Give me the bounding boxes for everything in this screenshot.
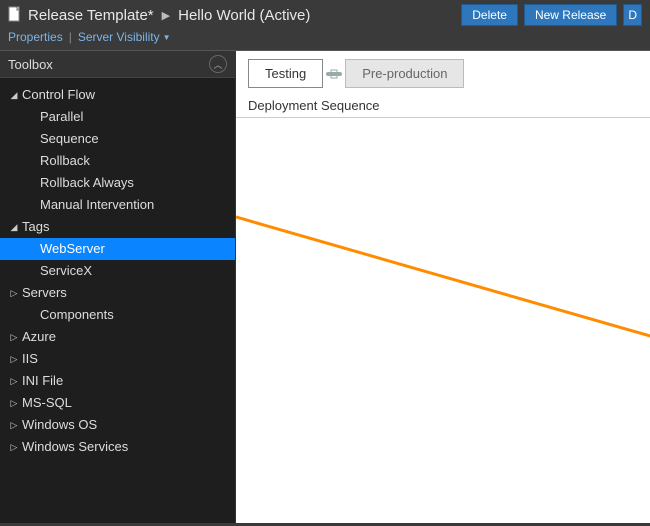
tab-pre-production[interactable]: Pre-production [345,59,464,88]
tree-section-label: Tags [22,218,49,236]
tree-item-rollback-always[interactable]: Rollback Always [0,172,235,194]
tree-section-label: MS-SQL [22,394,72,412]
tree-item-servicex[interactable]: ServiceX [0,260,235,282]
toolbox-collapse-button[interactable]: ︿ [209,55,227,73]
tree-section-label: Azure [22,328,56,346]
tree-section-windows-os[interactable]: ▷Windows OS [0,414,235,436]
tree-item-rollback[interactable]: Rollback [0,150,235,172]
tree-section-windows-services[interactable]: ▷Windows Services [0,436,235,458]
tree-section-servers[interactable]: ▷Servers [0,282,235,304]
tree-section-tags[interactable]: ◢Tags [0,216,235,238]
tree-section-ini-file[interactable]: ▷INI File [0,370,235,392]
extra-button[interactable]: D [623,4,642,26]
tree-section-label: IIS [22,350,38,368]
new-release-button[interactable]: New Release [524,4,617,26]
delete-button[interactable]: Delete [461,4,518,26]
chevron-up-icon: ︿ [213,58,222,71]
sequence-label: Deployment Sequence [236,96,650,118]
dropdown-icon: ▼ [163,33,171,42]
tree-section-label: INI File [22,372,63,390]
caret-down-icon: ◢ [8,86,20,104]
toolbox-tree: ◢Control FlowParallelSequenceRollbackRol… [0,78,235,464]
tree-section-iis[interactable]: ▷IIS [0,348,235,370]
drag-arrow-icon [236,137,650,397]
caret-right-icon: ▷ [8,438,20,456]
caret-right-icon: ▷ [8,328,20,346]
tab-link-icon [325,59,343,88]
tab-testing[interactable]: Testing [248,59,323,88]
page-title: Release Template* [28,7,154,24]
caret-right-icon: ▷ [8,394,20,412]
tree-section-label: Servers [22,284,67,302]
toolbox-panel: Toolbox ︿ ◢Control FlowParallelSequenceR… [0,51,236,523]
document-icon [8,6,22,25]
tree-section-label: Windows OS [22,416,97,434]
tree-section-ms-sql[interactable]: ▷MS-SQL [0,392,235,414]
tree-item-components[interactable]: Components [0,304,235,326]
design-canvas: Testing Pre-production Deployment Sequen… [236,51,650,523]
server-visibility-link[interactable]: Server Visibility [78,30,160,44]
tree-item-sequence[interactable]: Sequence [0,128,235,150]
tree-section-control-flow[interactable]: ◢Control Flow [0,84,235,106]
tree-item-webserver[interactable]: WebServer [0,238,235,260]
properties-link[interactable]: Properties [8,30,63,44]
caret-right-icon: ▷ [8,284,20,302]
separator: | [69,30,72,44]
tree-section-azure[interactable]: ▷Azure [0,326,235,348]
page-subtitle: Hello World (Active) [178,7,310,24]
toolbox-title: Toolbox [8,57,53,72]
tree-item-manual-intervention[interactable]: Manual Intervention [0,194,235,216]
tree-section-label: Windows Services [22,438,128,456]
tree-section-label: Control Flow [22,86,95,104]
caret-right-icon: ▷ [8,372,20,390]
caret-right-icon: ▷ [8,350,20,368]
tree-item-parallel[interactable]: Parallel [0,106,235,128]
caret-down-icon: ◢ [8,218,20,236]
breadcrumb-separator-icon: ▶ [162,9,170,22]
caret-right-icon: ▷ [8,416,20,434]
